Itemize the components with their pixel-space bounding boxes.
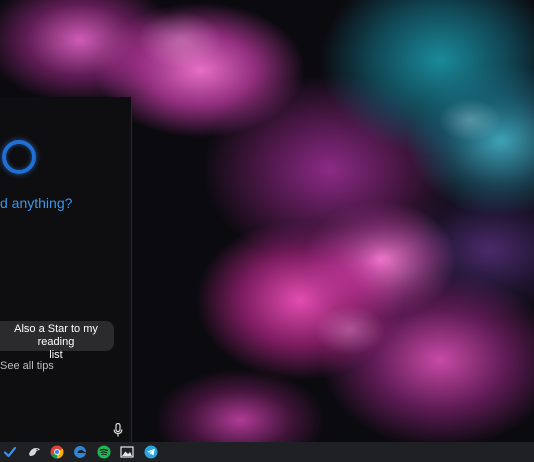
tip-suggestion-card[interactable]: Also a Star to my reading list (0, 321, 114, 361)
chrome-icon[interactable] (50, 445, 64, 459)
todo-check-icon[interactable] (3, 445, 17, 459)
bird-app-icon[interactable] (27, 445, 41, 459)
photos-icon[interactable] (120, 445, 134, 459)
cortana-panel: d anything? Also a Star to my reading li… (0, 97, 132, 442)
taskbar (0, 442, 534, 462)
see-all-tips-link[interactable]: See all tips (0, 360, 54, 372)
tip-text-line1: Also a Star to my reading (14, 323, 98, 348)
edge-icon[interactable] (73, 445, 87, 459)
microphone-icon[interactable] (113, 423, 123, 437)
cortana-prompt: d anything? (0, 195, 73, 211)
telegram-icon[interactable] (144, 445, 158, 459)
spotify-icon[interactable] (97, 445, 111, 459)
cortana-ring-icon[interactable] (2, 140, 36, 174)
